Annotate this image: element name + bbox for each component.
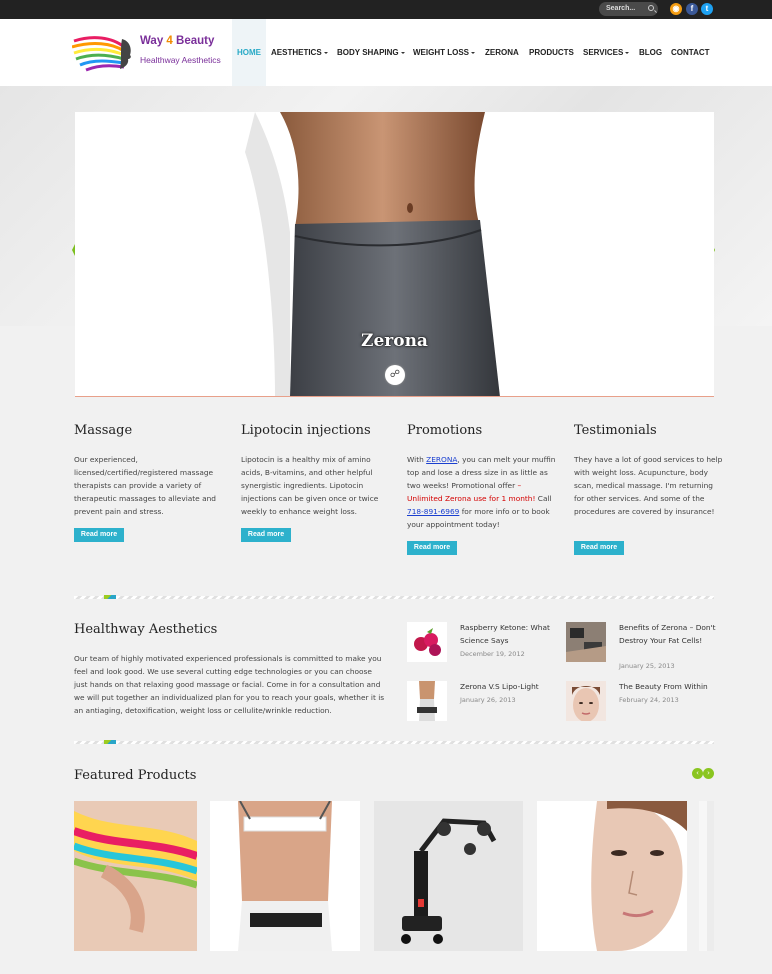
nav-contact-label: CONTACT bbox=[671, 48, 710, 57]
search-icon[interactable] bbox=[648, 5, 654, 11]
logo-icon[interactable] bbox=[72, 33, 134, 73]
top-bar: Search... ◉ f t bbox=[0, 0, 772, 19]
post-item[interactable]: The Beauty From Within February 24, 2013 bbox=[566, 681, 721, 723]
post-thumbnail[interactable] bbox=[566, 622, 606, 662]
nav-home-label: HOME bbox=[237, 48, 261, 57]
section-divider bbox=[74, 741, 714, 744]
nav-zerona[interactable]: ZERONA bbox=[485, 19, 519, 86]
read-more-button[interactable]: Read more bbox=[74, 528, 124, 542]
about-text: Our team of highly motivated experienced… bbox=[74, 654, 385, 715]
nav-home[interactable]: HOME bbox=[232, 19, 266, 86]
nav-body-shaping-label: BODY SHAPING bbox=[337, 48, 399, 57]
caret-down-icon bbox=[400, 51, 405, 54]
nav-products[interactable]: PRODUCTS bbox=[529, 19, 574, 86]
product-image[interactable] bbox=[210, 801, 360, 951]
product-card[interactable] bbox=[74, 801, 197, 951]
read-more-button[interactable]: Read more bbox=[407, 541, 457, 555]
promo-text-c: Call bbox=[535, 494, 552, 503]
post-item[interactable]: Zerona V.S Lipo-Light January 26, 2013 bbox=[407, 681, 562, 723]
feature-massage: Massage Our experienced, licensed/certif… bbox=[74, 423, 224, 518]
slide-image bbox=[245, 112, 500, 396]
caret-down-icon bbox=[471, 51, 475, 54]
twitter-icon[interactable]: t bbox=[701, 3, 713, 15]
product-image[interactable] bbox=[374, 801, 523, 951]
post-title[interactable]: Zerona V.S Lipo-Light bbox=[460, 681, 560, 694]
feature-text: Lipotocin is a healthy mix of amino acid… bbox=[241, 455, 379, 516]
promo-text-a: With bbox=[407, 455, 427, 464]
nav-products-label: PRODUCTS bbox=[529, 48, 574, 57]
section-divider bbox=[74, 596, 714, 599]
feature-title: Massage bbox=[74, 423, 133, 438]
feature-text: Our experienced, licensed/certified/regi… bbox=[74, 455, 216, 516]
post-title[interactable]: The Beauty From Within bbox=[619, 681, 719, 694]
post-item[interactable]: Raspberry Ketone: What Science Says Dece… bbox=[407, 622, 562, 667]
rss-icon[interactable]: ◉ bbox=[670, 3, 682, 15]
feature-text: They have a lot of good services to help… bbox=[574, 455, 723, 516]
read-more-button[interactable]: Read more bbox=[241, 528, 291, 542]
nav-aesthetics-label: AESTHETICS bbox=[271, 48, 322, 57]
product-card[interactable] bbox=[210, 801, 360, 951]
post-thumbnail[interactable] bbox=[407, 622, 447, 662]
facebook-icon[interactable]: f bbox=[686, 3, 698, 15]
nav-blog[interactable]: BLOG bbox=[639, 19, 662, 86]
search-input[interactable]: Search... bbox=[599, 2, 658, 16]
feature-title: Promotions bbox=[407, 423, 483, 438]
phone-link[interactable]: 718-891-6969 bbox=[407, 507, 459, 516]
feature-text: With ZERONA, you can melt your muffin to… bbox=[407, 453, 557, 531]
nav-weight-loss[interactable]: WEIGHT LOSS bbox=[413, 19, 475, 86]
zerona-link[interactable]: ZERONA bbox=[426, 455, 457, 464]
post-date: January 26, 2013 bbox=[460, 696, 516, 704]
nav-weight-loss-label: WEIGHT LOSS bbox=[413, 48, 469, 57]
link-icon[interactable]: ☍ bbox=[385, 365, 405, 385]
post-date: February 24, 2013 bbox=[619, 696, 679, 704]
about-title: Healthway Aesthetics bbox=[74, 622, 218, 637]
nav-blog-label: BLOG bbox=[639, 48, 663, 57]
logo-tagline: Healthway Aesthetics bbox=[140, 55, 221, 65]
post-date: January 25, 2013 bbox=[619, 662, 675, 670]
logo-text-way: Way bbox=[140, 35, 167, 47]
post-thumbnail[interactable] bbox=[407, 681, 447, 721]
nav-aesthetics[interactable]: AESTHETICS bbox=[271, 19, 328, 86]
product-card[interactable] bbox=[374, 801, 523, 951]
caret-down-icon bbox=[323, 51, 328, 54]
site-header: Way 4 Beauty Healthway Aesthetics HOME A… bbox=[0, 19, 772, 86]
chevron-left-icon[interactable]: ‹ bbox=[692, 768, 703, 779]
featured-products-title: Featured Products bbox=[74, 768, 197, 783]
feature-title: Testimonials bbox=[574, 423, 657, 438]
post-date: December 19, 2012 bbox=[460, 650, 525, 658]
nav-contact[interactable]: CONTACT bbox=[671, 19, 710, 86]
search-placeholder: Search... bbox=[606, 5, 636, 12]
read-more-button[interactable]: Read more bbox=[574, 541, 624, 555]
post-title[interactable]: Raspberry Ketone: What Science Says bbox=[460, 622, 560, 647]
feature-title: Lipotocin injections bbox=[241, 423, 371, 438]
chevron-right-icon[interactable]: › bbox=[703, 768, 714, 779]
product-image[interactable] bbox=[74, 801, 197, 951]
nav-services[interactable]: SERVICES bbox=[583, 19, 630, 86]
logo-text-beauty: Beauty bbox=[172, 35, 215, 47]
nav-body-shaping[interactable]: BODY SHAPING bbox=[337, 19, 405, 86]
feature-promotions: Promotions With ZERONA, you can melt you… bbox=[407, 423, 557, 531]
product-card[interactable] bbox=[537, 801, 687, 951]
nav-zerona-label: ZERONA bbox=[485, 48, 519, 57]
product-image[interactable] bbox=[537, 801, 687, 951]
caret-down-icon bbox=[625, 51, 630, 54]
logo-title[interactable]: Way 4 Beauty bbox=[140, 35, 214, 47]
divider-accent bbox=[104, 740, 116, 744]
feature-testimonials: Testimonials They have a lot of good ser… bbox=[574, 423, 724, 518]
feature-lipotocin: Lipotocin injections Lipotocin is a heal… bbox=[241, 423, 391, 518]
post-thumbnail[interactable] bbox=[566, 681, 606, 721]
post-item[interactable]: Benefits of Zerona – Don't Destroy Your … bbox=[566, 622, 721, 672]
hero-slider[interactable]: Zerona ☍ bbox=[75, 112, 714, 397]
post-title[interactable]: Benefits of Zerona – Don't Destroy Your … bbox=[619, 622, 719, 647]
divider-accent bbox=[104, 595, 116, 599]
slide-title: Zerona bbox=[361, 331, 428, 351]
product-card[interactable] bbox=[699, 801, 714, 951]
product-image[interactable] bbox=[699, 801, 714, 951]
nav-services-label: SERVICES bbox=[583, 48, 624, 57]
